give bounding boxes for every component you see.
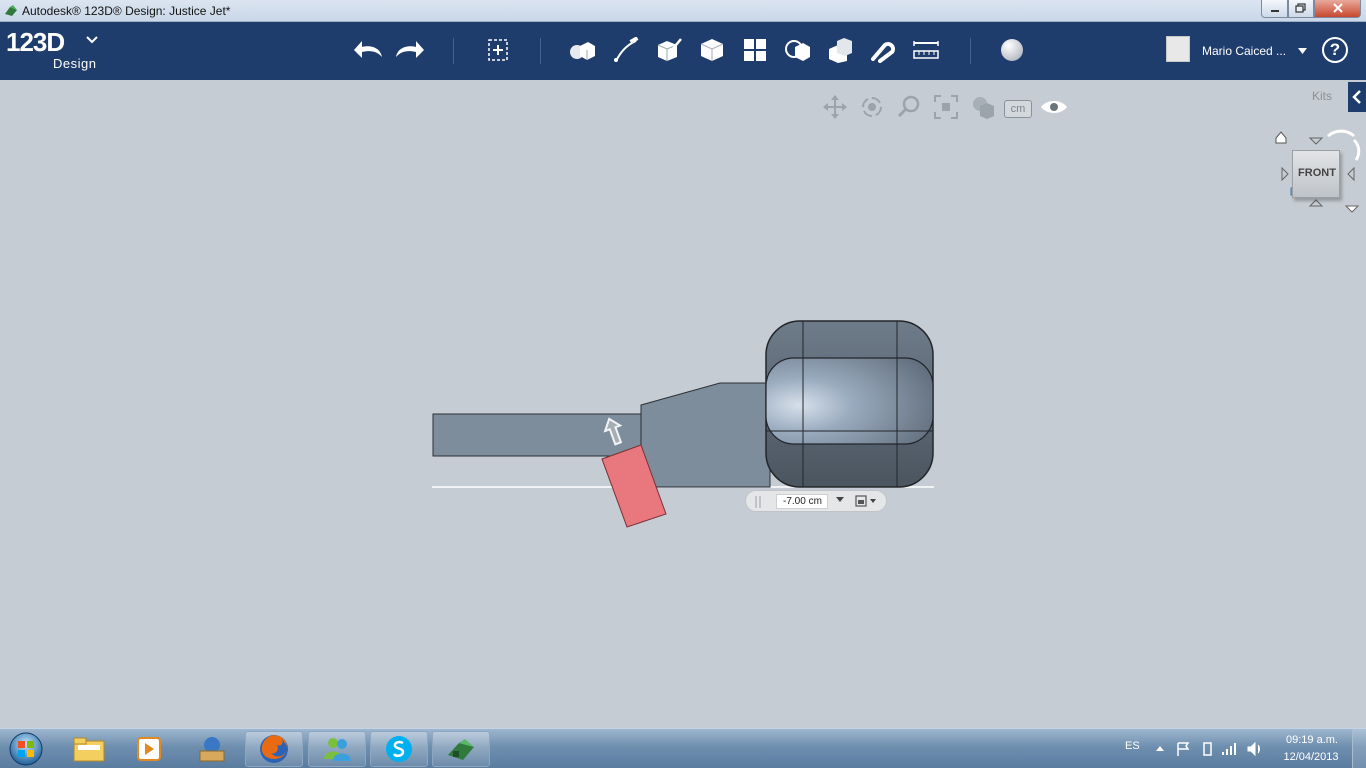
- orbit-icon: [862, 97, 882, 117]
- sketch-icon: [614, 37, 639, 62]
- snap-button[interactable]: [862, 30, 902, 70]
- primitives-icon: [570, 42, 595, 60]
- volume-icon: [1247, 741, 1260, 757]
- fit-button[interactable]: [931, 92, 961, 122]
- logo-main: 123D: [6, 27, 65, 57]
- taskbar-firefox[interactable]: [245, 731, 303, 767]
- taskbar-explorer[interactable]: [60, 731, 118, 767]
- viewcube-face[interactable]: FRONT: [1292, 150, 1340, 198]
- avatar[interactable]: [1166, 36, 1190, 62]
- flag-icon: [1177, 742, 1190, 756]
- drag-handle-icon[interactable]: [754, 495, 764, 509]
- kits-label[interactable]: Kits: [1312, 89, 1332, 103]
- kits-panel-toggle[interactable]: [1348, 82, 1366, 112]
- app-icon: [5, 5, 17, 16]
- app-toolbar: 123D Design Mario Caiced ... ?: [0, 22, 1366, 80]
- pan-button[interactable]: [820, 92, 850, 122]
- snap-icon: [871, 42, 895, 63]
- close-button[interactable]: [1314, 0, 1361, 18]
- start-button[interactable]: [6, 731, 46, 767]
- language-indicator[interactable]: ES: [1125, 740, 1140, 752]
- app-tray-icon: [199, 737, 225, 762]
- taskbar-app[interactable]: [183, 731, 241, 767]
- help-button[interactable]: ?: [1322, 37, 1348, 63]
- view-mode-icon: [973, 97, 994, 119]
- sketch-button[interactable]: [606, 30, 646, 70]
- snap-options-icon[interactable]: [854, 494, 878, 508]
- modify-icon: [700, 39, 724, 61]
- minimize-button[interactable]: [1261, 0, 1288, 18]
- clock-date[interactable]: 12/04/2013: [1280, 751, 1342, 763]
- window-title: Autodesk® 123D® Design: Justice Jet*: [22, 4, 231, 18]
- chevron-down-icon[interactable]: [836, 497, 844, 503]
- model-fuselage[interactable]: [640, 382, 771, 488]
- transform-icon: [488, 39, 508, 61]
- pan-icon: [823, 95, 847, 119]
- material-icon: [1001, 39, 1023, 61]
- chevron-down-icon: [86, 36, 98, 44]
- clock-time[interactable]: 09:19 a.m.: [1282, 734, 1342, 746]
- show-hidden-icons-icon: [1156, 746, 1164, 751]
- pattern-button[interactable]: [735, 30, 775, 70]
- view-mode-button[interactable]: [968, 92, 998, 122]
- app-menu-logo[interactable]: 123D Design: [6, 27, 98, 71]
- construct-button[interactable]: [648, 30, 688, 70]
- skype-icon: [386, 736, 412, 762]
- undo-button[interactable]: [348, 30, 388, 70]
- restore-button[interactable]: [1288, 0, 1314, 18]
- title-bar: Autodesk® 123D® Design: Justice Jet*: [0, 0, 1366, 22]
- network-icon: [1222, 743, 1236, 755]
- fit-icon: [934, 95, 958, 119]
- units-button[interactable]: cm: [1004, 100, 1032, 118]
- chevron-left-icon: [1352, 90, 1361, 104]
- construct-icon: [657, 38, 682, 61]
- zoom-icon: [897, 95, 920, 118]
- combine-icon: [829, 38, 852, 63]
- primitives-button[interactable]: [562, 30, 602, 70]
- toolbar-separator: [540, 38, 541, 64]
- toolbar-separator: [970, 38, 971, 64]
- transform-button[interactable]: [478, 30, 518, 70]
- 123d-design-icon: [448, 739, 474, 760]
- viewcube-face-label: FRONT: [1298, 167, 1336, 179]
- windows-logo-icon: [9, 732, 43, 766]
- taskbar-messenger[interactable]: [308, 731, 366, 767]
- dimension-widget: -7.00 cm: [745, 490, 887, 512]
- redo-icon: [396, 41, 424, 58]
- toolbar-separator: [453, 38, 454, 64]
- show-desktop-button[interactable]: [1352, 729, 1366, 768]
- folder-icon: [73, 737, 105, 762]
- grouping-button[interactable]: [777, 30, 817, 70]
- taskbar-media-player[interactable]: [120, 731, 178, 767]
- visibility-button[interactable]: [1039, 92, 1069, 122]
- measure-button[interactable]: [906, 30, 946, 70]
- eye-icon: [1041, 101, 1067, 113]
- firefox-icon: [260, 735, 288, 763]
- modify-button[interactable]: [692, 30, 732, 70]
- material-button[interactable]: [992, 30, 1032, 70]
- undo-icon: [354, 41, 382, 58]
- taskbar-skype[interactable]: [370, 731, 428, 767]
- zoom-button[interactable]: [894, 92, 924, 122]
- viewcube[interactable]: FRONT: [1270, 126, 1366, 216]
- measure-icon: [913, 41, 939, 59]
- user-name[interactable]: Mario Caiced ...: [1202, 44, 1286, 58]
- system-tray: [1156, 741, 1260, 757]
- pattern-icon: [744, 39, 766, 61]
- grouping-icon: [785, 40, 810, 61]
- messenger-icon: [324, 738, 351, 761]
- model-cabin[interactable]: [765, 320, 934, 488]
- chevron-down-icon[interactable]: [1298, 48, 1307, 54]
- combine-button[interactable]: [820, 30, 860, 70]
- orbit-button[interactable]: [857, 92, 887, 122]
- redo-button[interactable]: [390, 30, 430, 70]
- taskbar-123d-design[interactable]: [432, 731, 490, 767]
- dimension-input[interactable]: -7.00 cm: [776, 494, 828, 509]
- logo-sub: Design: [53, 56, 97, 71]
- battery-icon: [1203, 742, 1212, 756]
- media-player-icon: [137, 737, 161, 761]
- taskbar: ES 09:19 a.m. 12/04/2013: [0, 728, 1366, 768]
